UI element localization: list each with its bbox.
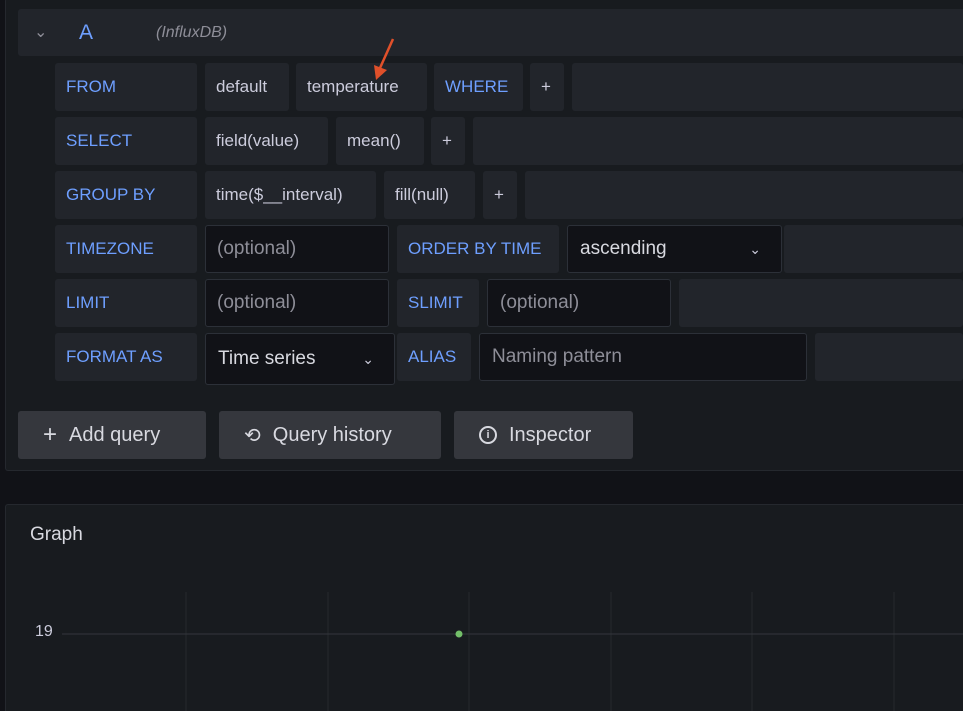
add-group-by-button[interactable]: + (483, 171, 517, 219)
limit-label: LIMIT (55, 279, 197, 327)
collapse-chevron-icon[interactable]: ⌄ (34, 22, 47, 42)
order-select[interactable]: ascending ⌄ (567, 225, 782, 273)
chevron-down-icon: ⌄ (362, 350, 374, 367)
alias-input[interactable]: Naming pattern (479, 333, 807, 381)
fill-segment[interactable]: fill(null) (384, 171, 475, 219)
row-filler (784, 225, 963, 273)
alias-label: ALIAS (397, 333, 471, 381)
aggregation-segment[interactable]: mean() (336, 117, 424, 165)
datasource-name: (InfluxDB) (156, 24, 228, 41)
format-select-value: Time series (218, 348, 316, 369)
query-history-button[interactable]: ⟲ Query history (219, 411, 441, 459)
add-where-button[interactable]: + (530, 63, 564, 111)
add-query-label: Add query (69, 423, 161, 446)
graph-plot (62, 592, 963, 711)
query-ref[interactable]: A (79, 21, 93, 45)
format-select[interactable]: Time series ⌄ (205, 333, 395, 385)
add-select-button[interactable]: + (431, 117, 465, 165)
timezone-input[interactable]: (optional) (205, 225, 389, 273)
slimit-label: SLIMIT (397, 279, 479, 327)
field-segment[interactable]: field(value) (205, 117, 328, 165)
inspector-label: Inspector (509, 423, 592, 446)
plus-icon: + (43, 421, 58, 448)
limit-input[interactable]: (optional) (205, 279, 389, 327)
inspector-button[interactable]: i Inspector (454, 411, 633, 459)
row-filler (815, 333, 963, 381)
order-by-time-label: ORDER BY TIME (397, 225, 559, 273)
annotation-arrow-icon (374, 38, 395, 80)
query-history-label: Query history (272, 423, 392, 446)
info-icon: i (479, 426, 497, 444)
from-label: FROM (55, 63, 197, 111)
retention-policy-segment[interactable]: default (205, 63, 289, 111)
select-label: SELECT (55, 117, 197, 165)
row-filler (473, 117, 963, 165)
row-filler (525, 171, 963, 219)
where-label: WHERE (434, 63, 523, 111)
timezone-label: TIMEZONE (55, 225, 197, 273)
history-icon: ⟲ (244, 424, 261, 447)
y-tick-label: 19 (35, 623, 53, 640)
row-filler (572, 63, 963, 111)
group-time-segment[interactable]: time($__interval) (205, 171, 376, 219)
group-by-label: GROUP BY (55, 171, 197, 219)
chevron-down-icon: ⌄ (749, 240, 761, 257)
graph-title: Graph (30, 524, 83, 545)
add-query-button[interactable]: + Add query (18, 411, 206, 459)
slimit-input[interactable]: (optional) (487, 279, 671, 327)
row-filler (679, 279, 963, 327)
order-select-value: ascending (580, 238, 667, 259)
format-as-label: FORMAT AS (55, 333, 197, 381)
data-point[interactable] (455, 630, 463, 638)
